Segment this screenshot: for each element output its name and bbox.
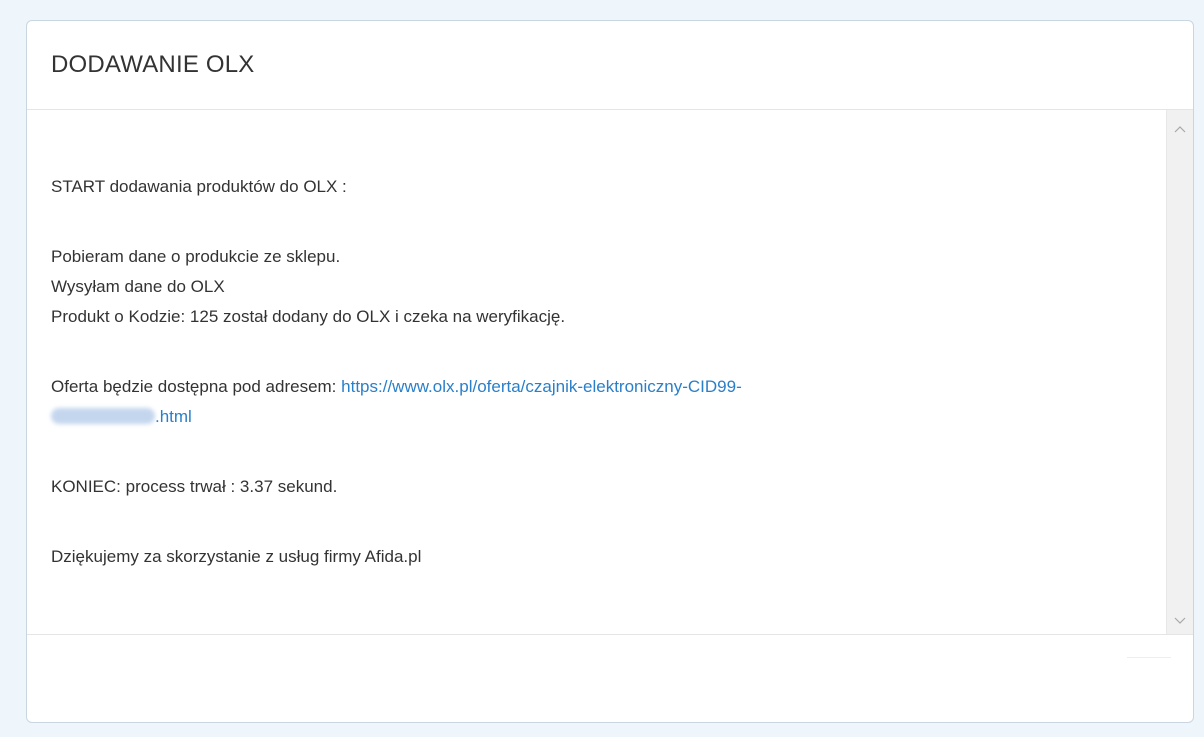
log-thanks-line: Dziękujemy za skorzystanie z usług firmy… [51,547,422,566]
redacted-id-blur [51,408,155,424]
log-fetching-line: Pobieram dane o produkcie ze sklepu. [51,247,341,266]
vertical-scrollbar[interactable] [1166,110,1193,634]
offer-prefix: Oferta będzie dostępna pod adresem: [51,377,342,396]
olx-dialog: DODAWANIE OLX START dodawania produktów … [26,20,1194,723]
log-sending-line: Wysyłam dane do OLX [51,277,225,296]
chevron-up-icon[interactable] [1167,118,1193,140]
log-end-line: KONIEC: process trwał : 3.37 sekund. [51,477,338,496]
log-start-line: START dodawania produktów do OLX : [51,177,347,196]
offer-link-part2[interactable]: .html [155,407,192,426]
dialog-title: DODAWANIE OLX [51,51,255,78]
log-offer-line: Oferta będzie dostępna pod adresem: http… [51,374,742,400]
log-product-added-line: Produkt o Kodzie: 125 został dodany do O… [51,307,566,326]
dialog-body: START dodawania produktów do OLX : Pobie… [27,110,1193,635]
chevron-down-icon[interactable] [1167,610,1193,632]
offer-link-part1[interactable]: https://www.olx.pl/oferta/czajnik-elektr… [341,377,742,396]
dialog-footer [27,635,1193,722]
log-offer-link-continued: .html [51,404,192,430]
dialog-header: DODAWANIE OLX [27,21,1193,110]
footer-divider [1127,657,1171,658]
